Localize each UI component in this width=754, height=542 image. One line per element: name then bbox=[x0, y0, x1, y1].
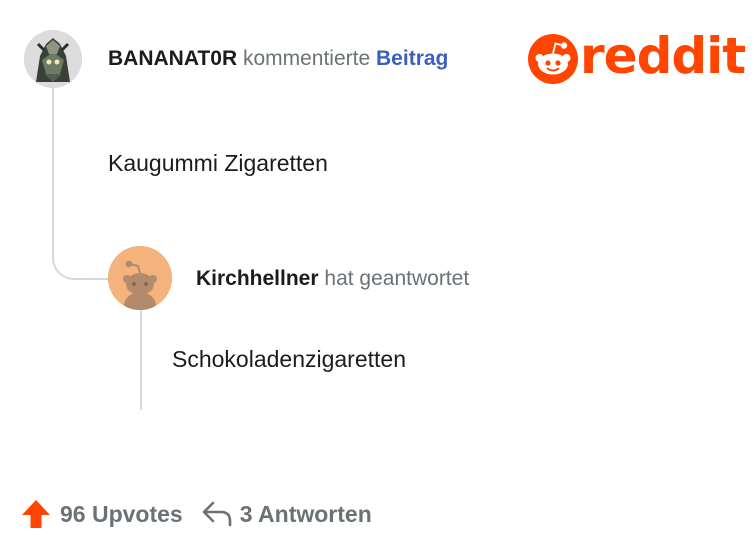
reply-header: Kirchhellner hat geantwortet bbox=[196, 264, 469, 294]
reply-arrow-icon bbox=[202, 501, 232, 527]
reply-action-text: hat geantwortet bbox=[324, 267, 470, 290]
comment-body: Kaugummi Zigaretten bbox=[108, 150, 328, 176]
reply-body: Schokoladenzigaretten bbox=[172, 346, 406, 372]
comment-action-text: kommentierte bbox=[242, 47, 371, 70]
upvote-arrow-icon bbox=[22, 500, 50, 528]
comment-footer: 96 Upvotes 3 Antworten bbox=[20, 496, 372, 532]
reddit-logo: reddit bbox=[528, 27, 746, 88]
reddit-logo-text: reddit bbox=[580, 27, 746, 85]
thread-line-elbow bbox=[52, 236, 108, 280]
replies-count: 3 Antworten bbox=[239, 500, 372, 527]
comment-author-avatar[interactable] bbox=[24, 30, 82, 88]
thread-line-reply bbox=[140, 308, 142, 410]
post-link[interactable]: Beitrag bbox=[376, 47, 448, 70]
reply-author-name[interactable]: Kirchhellner bbox=[196, 267, 319, 290]
comment-header: BANANAT0R kommentierte Beitrag bbox=[108, 44, 448, 74]
thread-line-main bbox=[52, 88, 54, 260]
robot-avatar-icon bbox=[24, 30, 82, 88]
reply-author-avatar[interactable] bbox=[108, 246, 172, 310]
snoo-default-avatar-icon bbox=[108, 246, 172, 310]
replies-button[interactable]: 3 Antworten bbox=[201, 500, 372, 528]
comment-author-name[interactable]: BANANAT0R bbox=[108, 47, 237, 70]
reddit-snoo-icon bbox=[528, 34, 578, 84]
upvotes-count: 96 Upvotes bbox=[60, 500, 183, 527]
upvote-button[interactable]: 96 Upvotes bbox=[20, 498, 183, 530]
